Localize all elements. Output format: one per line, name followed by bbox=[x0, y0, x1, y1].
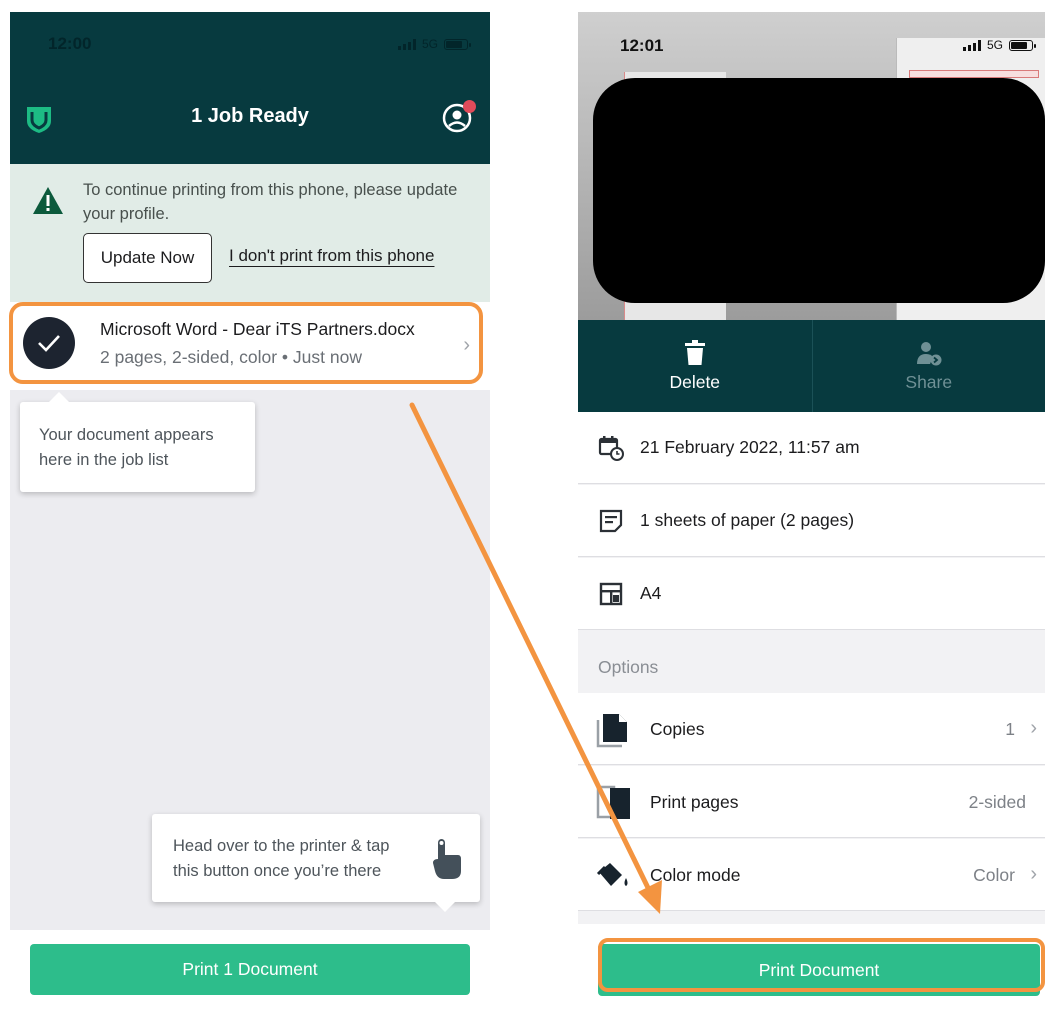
paper-size: A4 bbox=[640, 583, 662, 603]
delete-label: Delete bbox=[669, 372, 721, 392]
status-time: 12:01 bbox=[620, 36, 664, 55]
banner-message: To continue printing from this phone, pl… bbox=[83, 181, 458, 223]
job-name: Microsoft Word - Dear iTS Partners.docx bbox=[100, 319, 415, 339]
network-label: 5G bbox=[986, 38, 1003, 52]
job-list-tooltip: Your document appears here in the job li… bbox=[20, 392, 255, 492]
layout-icon bbox=[598, 581, 624, 607]
printer-tooltip: Head over to the printer & tap this butt… bbox=[152, 814, 480, 912]
chevron-right-icon: › bbox=[463, 334, 470, 356]
battery-icon bbox=[1009, 39, 1036, 51]
status-indicators: 5G bbox=[962, 38, 1036, 52]
copies-icon bbox=[596, 712, 632, 748]
tooltip-text: Head over to the printer & tap this butt… bbox=[173, 837, 390, 880]
options-header: Options bbox=[598, 657, 659, 677]
color-mode-option[interactable]: Color mode Color › bbox=[578, 839, 1045, 911]
page-title: 1 Job Ready bbox=[191, 105, 309, 127]
document-preview: 12:01 5G bbox=[578, 12, 1045, 320]
print-pages-label: Print pages bbox=[650, 792, 739, 812]
checkmark-icon[interactable] bbox=[23, 317, 75, 369]
hand-tap-icon bbox=[432, 837, 462, 889]
status-indicators: 5G bbox=[397, 37, 471, 51]
delete-button[interactable]: Delete bbox=[578, 320, 812, 412]
color-mode-label: Color mode bbox=[650, 865, 741, 885]
chevron-right-icon: › bbox=[1030, 863, 1037, 885]
battery-icon bbox=[444, 38, 471, 50]
update-profile-banner: To continue printing from this phone, pl… bbox=[10, 164, 490, 302]
tooltip-text: Your document appears here in the job li… bbox=[39, 426, 214, 469]
share-button[interactable]: Share bbox=[811, 320, 1045, 412]
footer: Print Document bbox=[578, 924, 1045, 1024]
paint-bucket-icon bbox=[596, 858, 632, 894]
action-bar: Delete Share bbox=[578, 320, 1045, 412]
profile-button[interactable] bbox=[442, 100, 476, 134]
share-user-icon bbox=[916, 342, 942, 366]
date-row: 21 February 2022, 11:57 am bbox=[578, 412, 1045, 484]
notification-dot bbox=[463, 100, 476, 113]
share-label: Share bbox=[905, 372, 953, 392]
print-pages-option[interactable]: Print pages 2-sided bbox=[578, 766, 1045, 838]
chevron-right-icon: › bbox=[1030, 717, 1037, 739]
dont-print-link[interactable]: I don't print from this phone bbox=[229, 246, 434, 266]
color-mode-value: Color bbox=[973, 865, 1015, 885]
warning-icon bbox=[32, 186, 64, 220]
print-1-document-button[interactable]: Print 1 Document bbox=[30, 944, 470, 995]
status-time: 12:00 bbox=[48, 34, 92, 53]
copies-option[interactable]: Copies 1 › bbox=[578, 693, 1045, 765]
sheets-row: 1 sheets of paper (2 pages) bbox=[578, 485, 1045, 557]
right-phone-screen: 12:01 5G Delete Share 21 February 2022, … bbox=[578, 12, 1045, 1024]
copies-label: Copies bbox=[650, 719, 705, 739]
footer: Print 1 Document bbox=[10, 930, 490, 1024]
print-date: 21 February 2022, 11:57 am bbox=[640, 437, 860, 457]
update-now-button[interactable]: Update Now bbox=[83, 233, 212, 283]
redaction-block bbox=[593, 78, 1045, 303]
calendar-clock-icon bbox=[598, 435, 624, 461]
job-meta: 2 pages, 2-sided, color • Just now bbox=[100, 347, 362, 367]
signal-icon bbox=[962, 39, 981, 51]
duplex-icon bbox=[596, 785, 632, 821]
trash-icon bbox=[684, 340, 705, 365]
app-header: 12:00 5G 1 Job Ready bbox=[10, 12, 490, 164]
print-document-button[interactable]: Print Document bbox=[598, 944, 1040, 996]
document-lines-icon bbox=[598, 508, 624, 534]
copies-value: 1 bbox=[1005, 719, 1015, 739]
signal-icon bbox=[397, 38, 416, 50]
job-list-item[interactable]: Microsoft Word - Dear iTS Partners.docx … bbox=[10, 302, 490, 390]
network-label: 5G bbox=[421, 37, 438, 51]
left-phone-screen: 12:00 5G 1 Job Ready To continue printin… bbox=[10, 12, 490, 1024]
print-pages-value: 2-sided bbox=[968, 792, 1026, 812]
paper-size-row: A4 bbox=[578, 558, 1045, 630]
sheet-count: 1 sheets of paper (2 pages) bbox=[640, 510, 855, 530]
